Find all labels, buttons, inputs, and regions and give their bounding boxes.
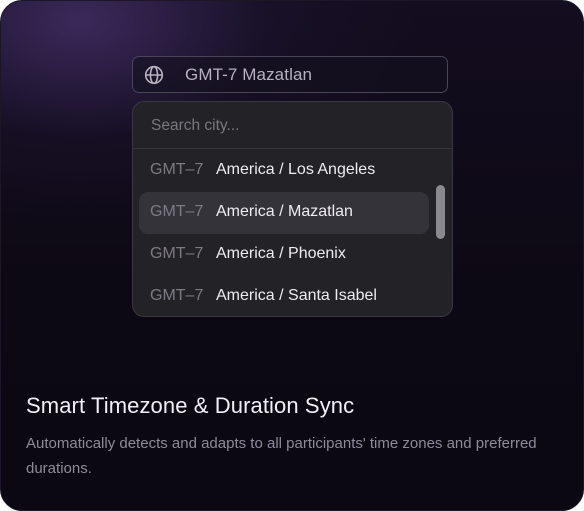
dropdown-scrollbar[interactable] <box>436 185 445 239</box>
option-city: America / Phoenix <box>216 245 346 262</box>
feature-title: Smart Timezone & Duration Sync <box>26 393 355 418</box>
option-city: America / Santa Isabel <box>216 287 377 304</box>
option-offset: GMT–7 <box>150 203 204 220</box>
globe-icon <box>144 65 164 85</box>
option-city: America / Mazatlan <box>216 203 353 220</box>
timezone-option-mazatlan[interactable]: GMT–7 America / Mazatlan <box>139 192 429 234</box>
timezone-dropdown: GMT–7 America / Los Angeles GMT–7 Americ… <box>132 101 453 317</box>
option-offset: GMT–7 <box>150 287 204 304</box>
timezone-select-value: GMT-7 Mazatlan <box>185 65 313 84</box>
option-city: America / Los Angeles <box>216 161 376 178</box>
option-offset: GMT–7 <box>150 161 204 178</box>
feature-description: Automatically detects and adapts to all … <box>26 435 537 477</box>
city-search-input[interactable] <box>149 114 429 138</box>
timezone-option-phoenix[interactable]: GMT–7 America / Phoenix <box>139 234 429 276</box>
timezone-option-santa-isabel[interactable]: GMT–7 America / Santa Isabel <box>139 276 429 316</box>
city-search-box <box>133 102 452 149</box>
feature-card: GMT-7 Mazatlan GMT–7 America / Los Angel… <box>0 0 584 511</box>
timezone-option-los-angeles[interactable]: GMT–7 America / Los Angeles <box>139 150 429 192</box>
timezone-select[interactable]: GMT-7 Mazatlan <box>132 56 448 93</box>
option-offset: GMT–7 <box>150 245 204 262</box>
